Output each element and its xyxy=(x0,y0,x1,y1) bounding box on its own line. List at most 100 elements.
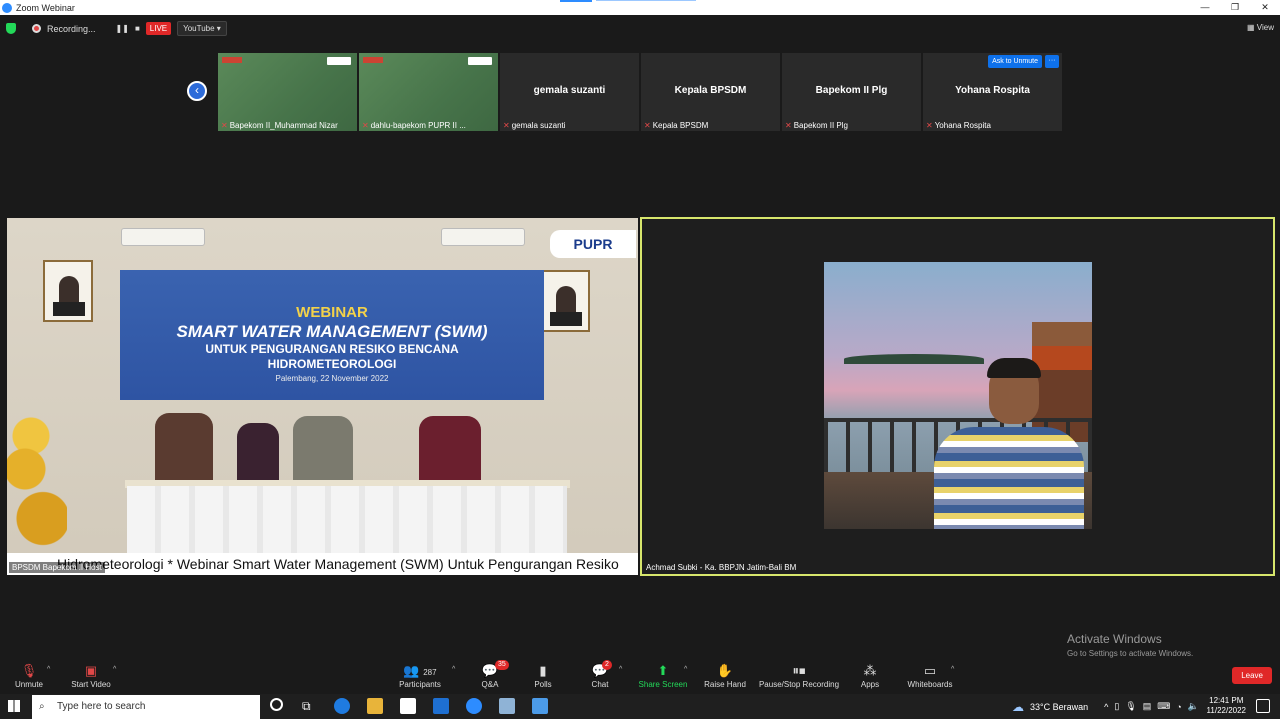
table-skirt xyxy=(127,486,567,556)
apps-label: Apps xyxy=(860,680,880,689)
participants-label: Participants xyxy=(399,680,441,689)
participant-tile[interactable]: ✕ dahlu-bapekom PUPR II ... xyxy=(359,53,498,131)
network-icon[interactable]: ▤ xyxy=(1143,701,1152,712)
stop-recording-icon[interactable]: ■ xyxy=(135,24,140,33)
microphone-icon[interactable]: 🎙 xyxy=(1125,701,1136,712)
participant-tile[interactable]: Kepala BPSDM ✕ Kepala BPSDM xyxy=(641,53,780,131)
photos-icon[interactable] xyxy=(532,698,548,714)
decorative-plant xyxy=(7,403,67,568)
search-icon: ⌕ xyxy=(39,701,45,712)
gallery-prev-button[interactable]: ‹ xyxy=(187,81,207,101)
tile-caption: Yohana Rospita xyxy=(934,121,991,130)
tile-name: gemala suzanti xyxy=(533,85,606,96)
portrait-frame xyxy=(540,270,590,332)
leave-button[interactable]: Leave xyxy=(1232,667,1272,684)
panelist xyxy=(237,423,279,483)
watermark-subtitle: Go to Settings to activate Windows. xyxy=(1067,649,1194,658)
chevron-up-icon[interactable]: ^ xyxy=(113,666,116,673)
unmute-button[interactable]: 🎙 Unmute xyxy=(12,662,46,689)
cortana-icon[interactable] xyxy=(270,698,283,711)
apps-icon: ⁂ xyxy=(863,663,877,678)
view-button[interactable]: ▦ View xyxy=(1247,23,1274,32)
file-explorer-icon[interactable] xyxy=(367,698,383,714)
tile-caption: gemala suzanti xyxy=(511,121,566,130)
air-conditioner xyxy=(441,228,525,246)
search-placeholder: Type here to search xyxy=(57,701,146,712)
mail-icon[interactable] xyxy=(433,698,449,714)
participant-tile[interactable]: ✕ Bapekom II_Muhammad Nizar xyxy=(218,53,357,131)
participant-tile[interactable]: Bapekom II Plg ✕ Bapekom II Plg xyxy=(782,53,921,131)
live-badge[interactable]: LIVE xyxy=(145,22,172,35)
window-titlebar: Zoom Webinar — ❐ ✕ xyxy=(0,0,1280,15)
windows-taskbar: ⌕ Type here to search ⧉ ☁ 33°C Berawan ^… xyxy=(0,694,1280,719)
taskbar-search-input[interactable]: ⌕ Type here to search xyxy=(32,695,260,719)
participant-tile[interactable]: gemala suzanti ✕ gemala suzanti xyxy=(500,53,639,131)
meeting-toolbar: 🎙 Unmute ^ ▣ Start Video ^ 👥 287 Partici… xyxy=(0,660,1280,694)
system-tray: ☁ 33°C Berawan ^ ▯ 🎙 ▤ ⌨ ◔ 🔈 xyxy=(1012,694,1199,719)
cloud-icon: ☁ xyxy=(1012,699,1024,714)
active-speaker-video[interactable]: Achmad Subki - Ka. BBPJN Jatim-Bali BM xyxy=(640,217,1275,576)
banner-line: UNTUK PENGURANGAN RESIKO BENCANA xyxy=(205,342,459,356)
pause-recording-icon[interactable]: ❚❚ xyxy=(116,24,129,33)
close-button[interactable]: ✕ xyxy=(1250,0,1280,15)
apps-button[interactable]: ⁂ Apps xyxy=(858,662,882,689)
edge-icon[interactable] xyxy=(334,698,350,714)
whiteboards-button[interactable]: ▭ Whiteboards xyxy=(905,662,955,689)
windows-start-icon[interactable] xyxy=(8,700,20,712)
clock-time: 12:41 PM xyxy=(1209,696,1244,705)
zoom-icon[interactable] xyxy=(466,698,482,714)
share-screen-button[interactable]: ⬆ Share Screen xyxy=(638,662,688,689)
chevron-up-icon[interactable]: ^ xyxy=(1104,702,1108,712)
volume-icon[interactable]: 🔈 xyxy=(1188,701,1199,712)
polls-button[interactable]: ▮ Polls xyxy=(530,662,556,689)
chevron-up-icon[interactable]: ^ xyxy=(619,666,622,673)
device-icon[interactable]: ▯ xyxy=(1114,701,1119,712)
raise-hand-button[interactable]: ✋ Raise Hand xyxy=(703,662,747,689)
unmute-label: Unmute xyxy=(14,680,43,689)
chevron-up-icon[interactable]: ^ xyxy=(452,666,455,673)
weather-text[interactable]: 33°C Berawan xyxy=(1030,702,1088,712)
chevron-up-icon[interactable]: ^ xyxy=(684,666,687,673)
tile-name: Kepala BPSDM xyxy=(674,85,747,96)
ask-to-unmute-button[interactable]: Ask to Unmute xyxy=(988,55,1042,68)
clock-date: 11/22/2022 xyxy=(1206,706,1246,715)
restore-button[interactable]: ❐ xyxy=(1220,0,1250,15)
chevron-up-icon[interactable]: ^ xyxy=(951,666,954,673)
recording-status: Recording... xyxy=(47,23,96,34)
qa-button[interactable]: 💬 35 Q&A xyxy=(476,660,509,689)
zoom-icon xyxy=(2,2,12,13)
speaker-label: Achmad Subki - Ka. BBPJN Jatim-Bali BM xyxy=(646,563,797,572)
minimize-button[interactable]: — xyxy=(1190,0,1220,15)
muted-mic-icon: ✕ xyxy=(221,121,228,130)
muted-mic-icon: ✕ xyxy=(503,121,510,130)
logo-image xyxy=(222,57,242,63)
store-icon[interactable] xyxy=(400,698,416,714)
activate-windows-watermark: Activate Windows Go to Settings to activ… xyxy=(1067,632,1193,658)
pause-stop-label: Pause/Stop Recording xyxy=(758,680,840,689)
start-video-button[interactable]: ▣ Start Video xyxy=(68,662,114,689)
chat-button[interactable]: 💬 2 Chat xyxy=(587,660,613,689)
pause-stop-recording-button[interactable]: ⏸⏹ Pause/Stop Recording xyxy=(757,662,841,689)
participants-button[interactable]: 👥 287 Participants xyxy=(396,662,444,689)
stream-target-dropdown[interactable]: YouTube ▾ xyxy=(177,21,227,36)
taskbar-clock[interactable]: 12:41 PM 11/22/2022 xyxy=(1207,696,1246,716)
whiteboards-label: Whiteboards xyxy=(907,680,953,689)
wifi-icon[interactable]: ◔ xyxy=(1176,702,1181,712)
task-view-icon[interactable]: ⧉ xyxy=(302,699,311,714)
main-video[interactable]: PUPR WEBINAR SMART WATER MANAGEMENT (SWM… xyxy=(7,218,638,575)
logo-image xyxy=(363,57,383,63)
participants-icon: 👥 xyxy=(403,663,420,678)
air-conditioner xyxy=(121,228,205,246)
keyboard-icon[interactable]: ⌨ xyxy=(1157,701,1170,712)
shield-icon[interactable] xyxy=(6,23,16,34)
app-icon[interactable] xyxy=(499,698,515,714)
qa-label: Q&A xyxy=(481,680,499,689)
participant-tile[interactable]: Ask to Unmute ··· Yohana Rospita ✕ Yohana… xyxy=(923,53,1062,131)
window-title: Zoom Webinar xyxy=(16,2,75,13)
chevron-left-icon: ‹ xyxy=(195,83,199,97)
notification-icon[interactable] xyxy=(1256,699,1270,713)
more-options-button[interactable]: ··· xyxy=(1045,55,1059,68)
chevron-up-icon[interactable]: ^ xyxy=(47,666,50,673)
muted-mic-icon: ✕ xyxy=(926,121,933,130)
panelist xyxy=(155,413,213,483)
